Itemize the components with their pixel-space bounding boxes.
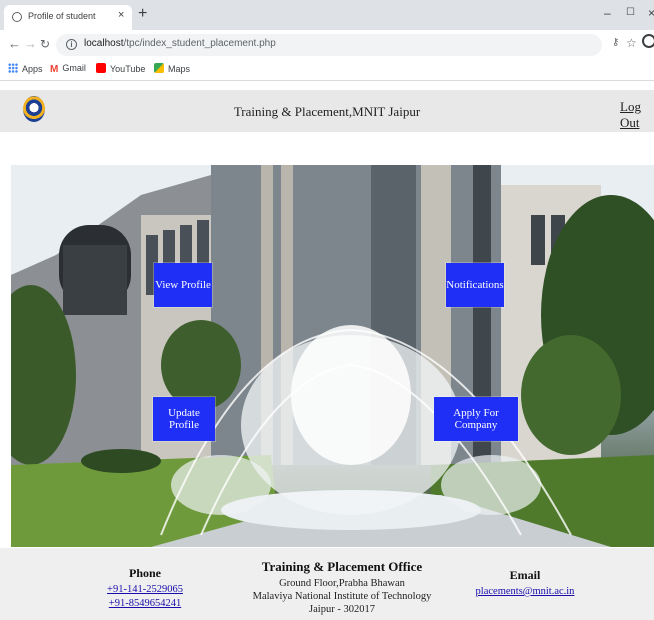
info-icon[interactable]: i bbox=[66, 39, 77, 50]
key-icon[interactable]: ⚷ bbox=[612, 37, 619, 48]
bookmark-apps[interactable]: Apps bbox=[8, 63, 43, 74]
forward-arrow-icon[interactable]: → bbox=[24, 37, 37, 51]
back-arrow-icon[interactable]: ← bbox=[8, 37, 21, 51]
maximize-button[interactable]: ☐ bbox=[626, 7, 635, 18]
site-header: Training & Placement,MNIT Jaipur Log Out bbox=[0, 90, 654, 132]
office-section: Training & Placement Office Ground Floor… bbox=[222, 559, 462, 615]
logout-link[interactable]: Log Out bbox=[620, 99, 654, 131]
site-title: Training & Placement,MNIT Jaipur bbox=[233, 104, 421, 119]
email-heading: Email bbox=[509, 568, 541, 582]
minimize-button[interactable]: – bbox=[604, 6, 611, 20]
browser-toolbar: ← → ↻ i localhost/tpc/index_student_plac… bbox=[0, 30, 654, 60]
view-profile-button[interactable]: View Profile bbox=[154, 263, 212, 307]
apps-grid-icon bbox=[8, 63, 18, 73]
close-window-button[interactable]: × bbox=[648, 6, 654, 20]
office-heading: Training & Placement Office bbox=[261, 559, 423, 574]
office-address-line: Jaipur - 302017 bbox=[309, 604, 375, 615]
tab-title: Profile of student bbox=[28, 11, 96, 21]
address-bar[interactable]: i localhost/tpc/index_student_placement.… bbox=[56, 34, 602, 56]
office-address-line: Ground Floor,Prabha Bhawan bbox=[279, 578, 405, 589]
bookmarks-bar: Apps M Gmail YouTube Maps bbox=[0, 60, 654, 81]
url-text[interactable]: localhost/tpc/index_student_placement.ph… bbox=[84, 38, 276, 49]
new-tab-button[interactable]: + bbox=[138, 6, 147, 22]
browser-tab[interactable]: Profile of student × bbox=[4, 5, 132, 30]
update-profile-button[interactable]: Update Profile bbox=[153, 397, 215, 441]
phone-section: Phone +91-141-2529065 +91-8549654241 bbox=[90, 566, 200, 609]
site-footer: Phone +91-141-2529065 +91-8549654241 Tra… bbox=[0, 548, 654, 620]
bookmark-gmail[interactable]: M Gmail bbox=[50, 63, 86, 75]
profile-avatar-icon[interactable] bbox=[642, 34, 654, 48]
reload-icon[interactable]: ↻ bbox=[40, 37, 50, 51]
phone-link-1[interactable]: +91-141-2529065 bbox=[90, 584, 200, 595]
star-icon[interactable]: ☆ bbox=[626, 36, 637, 50]
campus-building-fountain-illustration bbox=[11, 165, 654, 547]
bookmark-maps[interactable]: Maps bbox=[154, 63, 190, 74]
email-link[interactable]: placements@mnit.ac.in bbox=[470, 586, 580, 597]
maps-icon bbox=[154, 63, 164, 73]
browser-tab-strip: Profile of student × + – ☐ × bbox=[0, 0, 654, 30]
phone-link-2[interactable]: +91-8549654241 bbox=[90, 598, 200, 609]
apply-for-company-button[interactable]: Apply For Company bbox=[434, 397, 518, 441]
gmail-icon: M bbox=[50, 64, 59, 75]
notifications-button[interactable]: Notifications bbox=[446, 263, 504, 307]
bookmark-youtube[interactable]: YouTube bbox=[96, 63, 145, 74]
phone-heading: Phone bbox=[128, 566, 161, 580]
youtube-icon bbox=[96, 63, 106, 73]
tab-close-icon[interactable]: × bbox=[118, 9, 124, 21]
campus-photo: View Profile Notifications Update Profil… bbox=[11, 165, 654, 547]
office-address-line: Malaviya National Institute of Technolog… bbox=[252, 591, 432, 602]
email-section: Email placements@mnit.ac.in bbox=[470, 568, 580, 597]
globe-icon bbox=[12, 12, 22, 22]
